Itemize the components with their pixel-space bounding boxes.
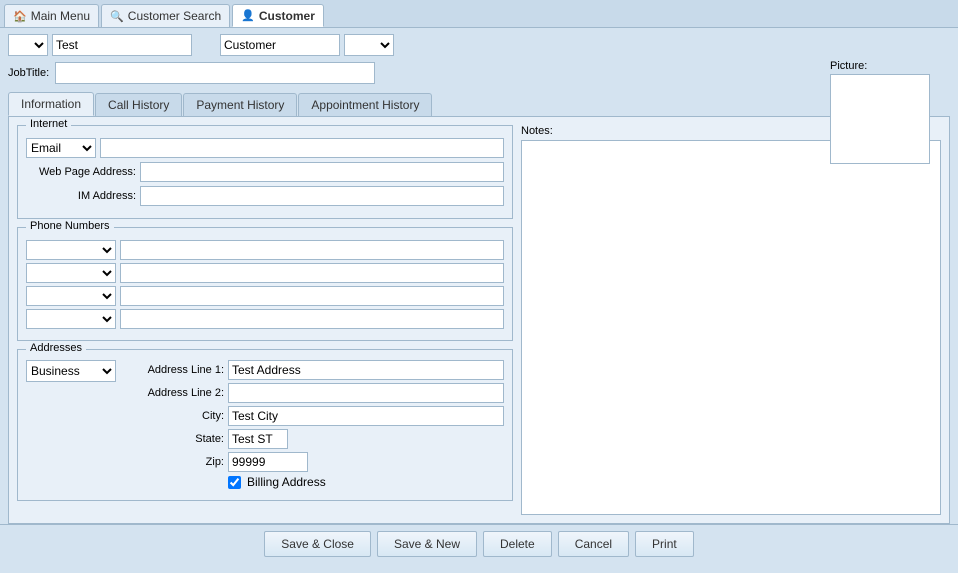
- save-new-button[interactable]: Save & New: [377, 531, 477, 557]
- addr-billing-label: Billing Address: [247, 475, 326, 489]
- job-title-row: JobTitle:: [8, 62, 950, 84]
- web-page-input[interactable]: [140, 162, 504, 182]
- phone-row-2: [26, 263, 504, 283]
- tab-call-history-label: Call History: [108, 98, 169, 112]
- addr-line1-input[interactable]: Test Address: [228, 360, 504, 380]
- print-button[interactable]: Print: [635, 531, 694, 557]
- addr-state-label: State:: [124, 433, 224, 445]
- notes-textarea[interactable]: [521, 140, 941, 515]
- picture-box: [830, 74, 930, 164]
- phone-input-2[interactable]: [120, 263, 504, 283]
- phone-type-4[interactable]: [26, 309, 116, 329]
- spacer-input: [196, 34, 216, 56]
- phone-section-title: Phone Numbers: [26, 220, 114, 232]
- addr-city-input[interactable]: Test City: [228, 406, 504, 426]
- phone-row-1: [26, 240, 504, 260]
- tab-payment-history[interactable]: Payment History: [183, 93, 297, 116]
- phone-type-3[interactable]: [26, 286, 116, 306]
- addresses-section-title: Addresses: [26, 342, 86, 354]
- addr-city-row: City: Test City: [124, 406, 504, 426]
- im-input[interactable]: [140, 186, 504, 206]
- web-page-label: Web Page Address:: [26, 166, 136, 178]
- addr-zip-label: Zip:: [124, 456, 224, 468]
- web-page-row: Web Page Address:: [26, 162, 504, 182]
- tab-information-label: Information: [21, 97, 81, 111]
- suffix-select[interactable]: Jr. Sr. II III: [344, 34, 394, 56]
- im-row: IM Address:: [26, 186, 504, 206]
- email-row: Email Work Email Home Email: [26, 138, 504, 158]
- address-fields: Address Line 1: Test Address Address Lin…: [124, 360, 504, 492]
- addr-billing-row: Billing Address: [124, 475, 504, 489]
- addr-line2-label: Address Line 2:: [124, 387, 224, 399]
- addr-line2-input[interactable]: [228, 383, 504, 403]
- internet-section-title: Internet: [26, 118, 71, 130]
- addr-zip-input[interactable]: 99999: [228, 452, 308, 472]
- cancel-button[interactable]: Cancel: [558, 531, 629, 557]
- notes-area: Notes:: [521, 125, 941, 515]
- phone-type-1[interactable]: [26, 240, 116, 260]
- phone-row-4: [26, 309, 504, 329]
- addr-line1-label: Address Line 1:: [124, 364, 224, 376]
- phone-input-4[interactable]: [120, 309, 504, 329]
- email-input[interactable]: [100, 138, 504, 158]
- tab-customer-label: Customer: [259, 9, 315, 23]
- tab-customer[interactable]: 👤 Customer: [232, 4, 324, 27]
- phone-section: Phone Numbers: [17, 227, 513, 341]
- prefix-select[interactable]: Mr. Ms. Mrs. Dr.: [8, 34, 48, 56]
- section-tabs: Information Call History Payment History…: [8, 92, 950, 116]
- addr-line1-row: Address Line 1: Test Address: [124, 360, 504, 380]
- addresses-section: Addresses Business Home Other Address Li…: [17, 349, 513, 501]
- picture-label: Picture:: [830, 60, 950, 72]
- addr-city-label: City:: [124, 410, 224, 422]
- tab-customer-search-label: Customer Search: [128, 9, 221, 23]
- home-icon: 🏠: [13, 10, 27, 23]
- phone-type-2[interactable]: [26, 263, 116, 283]
- first-name-input[interactable]: Test: [52, 34, 192, 56]
- addr-state-row: State: Test ST: [124, 429, 504, 449]
- email-type-select[interactable]: Email Work Email Home Email: [26, 138, 96, 158]
- left-panel: Internet Email Work Email Home Email Web…: [17, 125, 513, 515]
- tab-appointment-history[interactable]: Appointment History: [298, 93, 432, 116]
- addr-line2-row: Address Line 2:: [124, 383, 504, 403]
- address-inner: Business Home Other Address Line 1: Test…: [26, 360, 504, 492]
- tab-panel-information: Internet Email Work Email Home Email Web…: [8, 116, 950, 524]
- tab-information[interactable]: Information: [8, 92, 94, 116]
- tab-customer-search[interactable]: 🔍 Customer Search: [101, 4, 230, 27]
- tab-appointment-history-label: Appointment History: [311, 98, 419, 112]
- phone-input-1[interactable]: [120, 240, 504, 260]
- title-bar: 🏠 Main Menu 🔍 Customer Search 👤 Customer: [0, 0, 958, 28]
- tab-payment-history-label: Payment History: [196, 98, 284, 112]
- address-type-select[interactable]: Business Home Other: [26, 360, 116, 382]
- tab-call-history[interactable]: Call History: [95, 93, 182, 116]
- tab-main-menu-label: Main Menu: [31, 9, 90, 23]
- save-close-button[interactable]: Save & Close: [264, 531, 371, 557]
- addr-state-input[interactable]: Test ST: [228, 429, 288, 449]
- customer-tab-icon: 👤: [241, 9, 255, 22]
- job-title-label: JobTitle:: [8, 67, 49, 79]
- addr-zip-row: Zip: 99999: [124, 452, 504, 472]
- phone-input-3[interactable]: [120, 286, 504, 306]
- last-name-input[interactable]: Customer: [220, 34, 340, 56]
- im-label: IM Address:: [26, 190, 136, 202]
- header-row: Mr. Ms. Mrs. Dr. Test Customer Jr. Sr. I…: [8, 34, 950, 56]
- tab-main-menu[interactable]: 🏠 Main Menu: [4, 4, 99, 27]
- phone-row-3: [26, 286, 504, 306]
- addr-billing-checkbox[interactable]: [228, 476, 241, 489]
- delete-button[interactable]: Delete: [483, 531, 552, 557]
- search-icon: 🔍: [110, 10, 124, 23]
- internet-section: Internet Email Work Email Home Email Web…: [17, 125, 513, 219]
- bottom-bar: Save & Close Save & New Delete Cancel Pr…: [0, 524, 958, 563]
- job-title-input[interactable]: [55, 62, 375, 84]
- picture-area: Picture:: [830, 60, 950, 164]
